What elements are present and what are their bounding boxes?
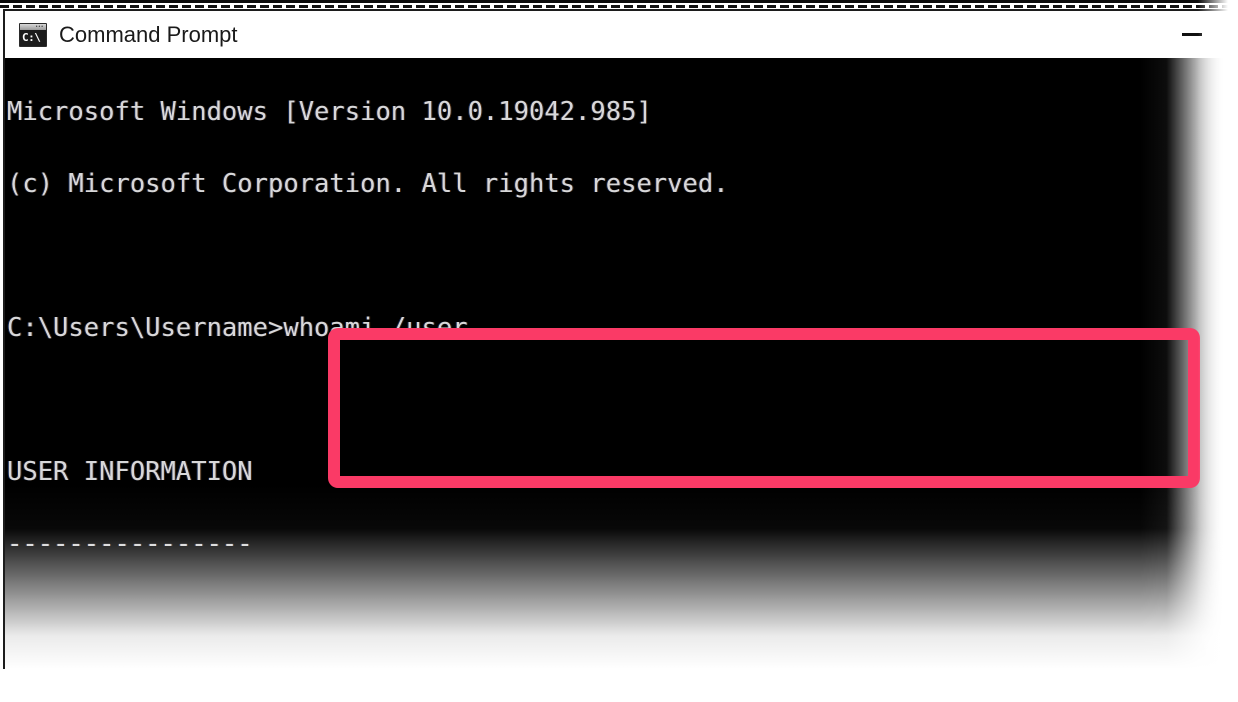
window-controls xyxy=(1169,10,1235,59)
window-title: Command Prompt xyxy=(59,22,238,47)
cmd-icon-label: C:\ xyxy=(22,30,41,44)
top-edge-line xyxy=(0,0,1238,3)
console-text-buffer: Microsoft Windows [Version 10.0.19042.98… xyxy=(7,58,1235,669)
console-line-section-rule: ---------------- xyxy=(7,529,253,559)
console-output-area[interactable]: Microsoft Windows [Version 10.0.19042.98… xyxy=(3,58,1235,669)
screenshot-root: ••• C:\ Command Prompt Microsoft Windows… xyxy=(0,0,1238,702)
console-line: (c) Microsoft Corporation. All rights re… xyxy=(7,169,729,199)
minimize-button[interactable] xyxy=(1169,10,1215,59)
top-edge-dashed-line xyxy=(0,5,1238,8)
cmd-prompt-icon: ••• C:\ xyxy=(19,22,47,47)
console-line-section-heading: USER INFORMATION xyxy=(7,457,253,487)
console-line: Microsoft Windows [Version 10.0.19042.98… xyxy=(7,97,652,127)
command-prompt-window: ••• C:\ Command Prompt Microsoft Windows… xyxy=(3,9,1235,669)
console-line-command: C:\Users\Username>whoami /user xyxy=(7,313,468,343)
window-titlebar: ••• C:\ Command Prompt xyxy=(3,9,1235,58)
minimize-icon xyxy=(1182,33,1202,36)
